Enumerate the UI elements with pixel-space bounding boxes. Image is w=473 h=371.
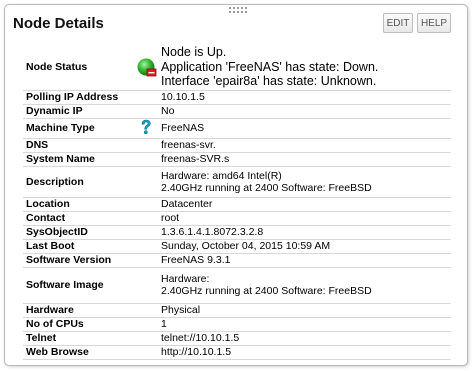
row-software-version: Software Version FreeNAS 9.3.1: [23, 253, 451, 268]
last-boot-value: Sunday, October 04, 2015 10:59 AM: [158, 239, 451, 254]
node-details-table: Node Status Node is Up. Application 'Fre…: [23, 44, 451, 360]
dns-value: freenas-svr.: [158, 138, 451, 153]
row-no-of-cpus: No of CPUs 1: [23, 317, 451, 332]
row-last-boot: Last Boot Sunday, October 04, 2015 10:59…: [23, 239, 451, 254]
row-software-image: Software Image Hardware: 2.40GHz running…: [23, 267, 451, 304]
row-contact: Contact root: [23, 211, 451, 226]
row-dns: DNS freenas-svr.: [23, 138, 451, 153]
question-mark-icon[interactable]: [139, 119, 153, 138]
contact-value: root: [158, 211, 451, 226]
node-status-label: Node Status: [23, 44, 130, 91]
no-of-cpus-label: No of CPUs: [23, 317, 130, 332]
dynamic-ip-label: Dynamic IP: [23, 104, 130, 119]
polling-ip-label: Polling IP Address: [23, 90, 130, 105]
description-line-2: 2.40GHz running at 2400 Software: FreeBS…: [161, 181, 372, 194]
software-image-label: Software Image: [23, 267, 130, 304]
hardware-label: Hardware: [23, 303, 130, 318]
row-location: Location Datacenter: [23, 197, 451, 212]
hardware-value: Physical: [158, 303, 451, 318]
row-hardware: Hardware Physical: [23, 303, 451, 318]
telnet-label: Telnet: [23, 331, 130, 346]
node-status-line-2: Application 'FreeNAS' has state: Down.: [161, 59, 379, 74]
row-polling-ip: Polling IP Address 10.10.1.5: [23, 90, 451, 105]
row-web-browse: Web Browse http://10.10.1.5: [23, 345, 451, 360]
row-dynamic-ip: Dynamic IP No: [23, 104, 451, 119]
software-image-line-1: Hardware:: [161, 273, 210, 285]
contact-label: Contact: [23, 211, 130, 226]
row-sysobjectid: SysObjectID 1.3.6.1.4.1.8072.3.2.8: [23, 225, 451, 240]
row-system-name: System Name freenas-SVR.s: [23, 152, 451, 167]
row-telnet: Telnet telnet://10.10.1.5: [23, 331, 451, 346]
software-version-label: Software Version: [23, 253, 130, 268]
sysobjectid-label: SysObjectID: [23, 225, 130, 240]
dns-label: DNS: [23, 138, 130, 153]
edit-button[interactable]: EDIT: [383, 13, 413, 33]
panel-title: Node Details: [13, 15, 104, 32]
last-boot-label: Last Boot: [23, 239, 130, 254]
location-label: Location: [23, 197, 130, 212]
machine-type-label: Machine Type: [23, 118, 130, 139]
row-machine-type: Machine Type FreeNAS: [23, 118, 451, 139]
drag-handle[interactable]: [229, 7, 251, 16]
description-line-1: Hardware: amd64 Intel(R): [161, 169, 282, 182]
description-label: Description: [23, 166, 130, 198]
node-status-line-3: Interface 'epair8a' has state: Unknown.: [161, 74, 377, 88]
web-browse-link[interactable]: http://10.10.1.5: [158, 345, 451, 360]
node-up-with-warning-icon: [136, 57, 156, 77]
system-name-label: System Name: [23, 152, 130, 167]
software-version-value: FreeNAS 9.3.1: [158, 253, 451, 268]
sysobjectid-value: 1.3.6.1.4.1.8072.3.2.8: [158, 225, 451, 240]
dynamic-ip-value: No: [158, 104, 451, 119]
help-button[interactable]: HELP: [417, 13, 451, 33]
row-node-status: Node Status Node is Up. Application 'Fre…: [23, 44, 451, 91]
location-value: Datacenter: [158, 197, 451, 212]
telnet-link[interactable]: telnet://10.10.1.5: [158, 331, 451, 346]
system-name-value: freenas-SVR.s: [158, 152, 451, 167]
no-of-cpus-value: 1: [158, 317, 451, 332]
machine-type-value: FreeNAS: [158, 118, 451, 139]
polling-ip-value: 10.10.1.5: [158, 90, 451, 105]
web-browse-label: Web Browse: [23, 345, 130, 360]
node-status-line-1: Node is Up.: [161, 45, 227, 59]
row-description: Description Hardware: amd64 Intel(R) 2.4…: [23, 166, 451, 198]
software-image-line-2: 2.40GHz running at 2400 Software: FreeBS…: [161, 285, 372, 297]
